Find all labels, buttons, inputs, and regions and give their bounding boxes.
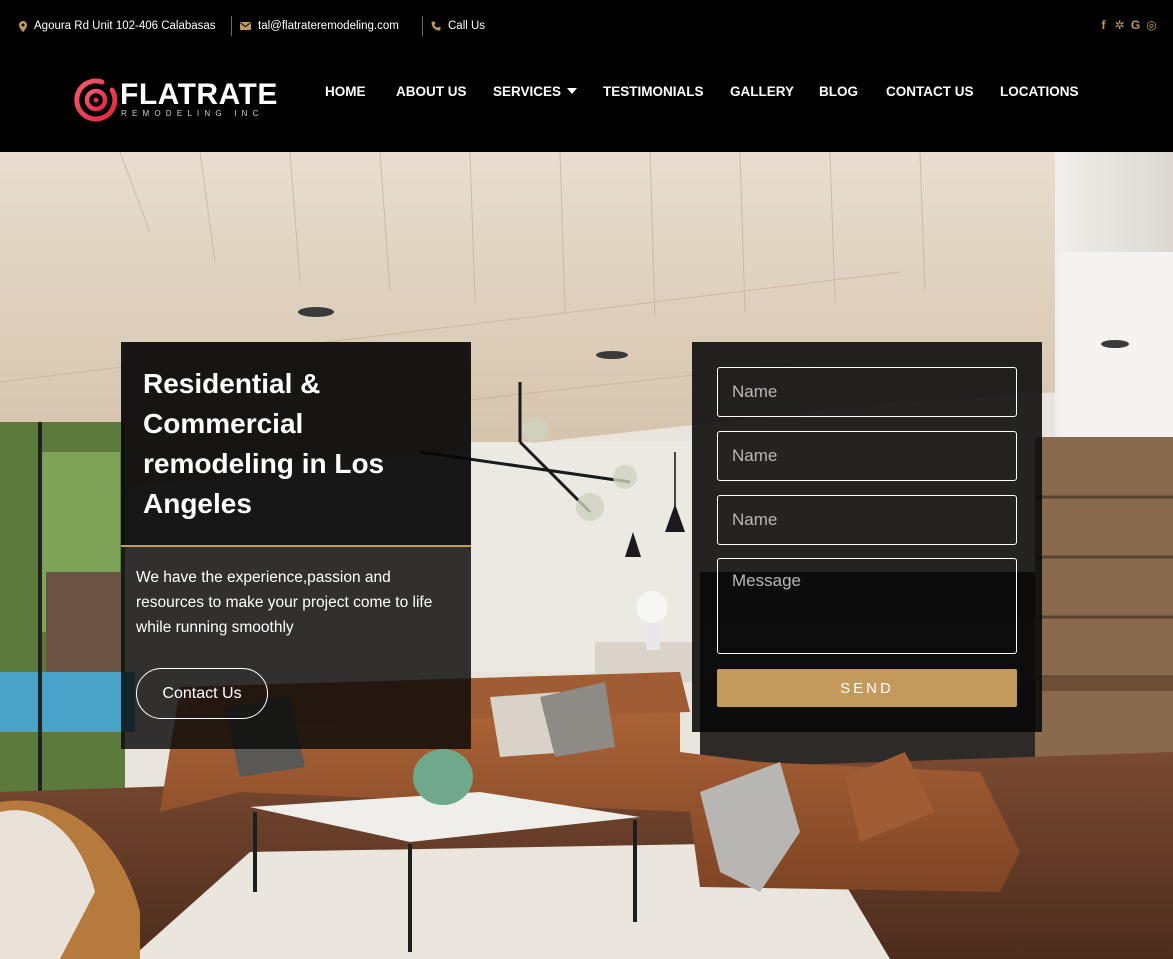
hero-title-box: Residential & Commercial remodeling in L… xyxy=(121,342,471,547)
nav-about-us[interactable]: ABOUT US xyxy=(396,82,467,100)
phone-item[interactable]: Call Us xyxy=(431,18,485,34)
site-header: FLATRATE REMODELING INC HOME ABOUT US SE… xyxy=(0,52,1173,152)
send-button[interactable]: SEND xyxy=(717,669,1017,707)
hero-card: Residential & Commercial remodeling in L… xyxy=(121,342,471,749)
caret-down-icon xyxy=(567,88,578,94)
address-text: Agoura Rd Unit 102-406 Calabasas xyxy=(34,20,216,32)
nav-locations[interactable]: LOCATIONS xyxy=(1000,82,1079,100)
contact-form: SEND xyxy=(692,342,1042,732)
nav-home[interactable]: HOME xyxy=(325,82,366,100)
hero-title: Residential & Commercial remodeling in L… xyxy=(143,368,385,519)
google-icon[interactable]: G xyxy=(1130,18,1141,32)
site-logo[interactable]: FLATRATE REMODELING INC xyxy=(74,78,277,124)
divider xyxy=(231,16,232,36)
hero-body-box: We have the experience,passion and resou… xyxy=(121,547,471,749)
name-field-1[interactable] xyxy=(717,367,1017,417)
email-link[interactable]: tal@flatrateremodeling.com xyxy=(258,20,399,32)
divider xyxy=(422,16,423,36)
facebook-icon[interactable]: f xyxy=(1098,18,1109,32)
phone-icon xyxy=(431,21,441,31)
message-field[interactable] xyxy=(717,558,1017,654)
hero-description: We have the experience,passion and resou… xyxy=(136,569,433,636)
logo-wordmark: FLATRATE xyxy=(120,78,278,111)
phone-link[interactable]: Call Us xyxy=(448,20,485,32)
logo-target-icon xyxy=(74,78,118,122)
social-links: f ✲ G ◎ xyxy=(1098,18,1157,32)
nav-services-label: SERVICES xyxy=(493,83,562,99)
nav-testimonials[interactable]: TESTIMONIALS xyxy=(603,82,704,100)
top-bar: Agoura Rd Unit 102-406 Calabasas tal@fla… xyxy=(0,0,1173,52)
instagram-icon[interactable]: ◎ xyxy=(1146,18,1157,32)
envelope-icon xyxy=(240,22,251,30)
email-item[interactable]: tal@flatrateremodeling.com xyxy=(240,18,399,34)
location-pin-icon xyxy=(19,20,27,32)
nav-gallery[interactable]: GALLERY xyxy=(730,82,794,100)
nav-services[interactable]: SERVICES xyxy=(493,82,578,100)
name-field-3[interactable] xyxy=(717,495,1017,545)
yelp-icon[interactable]: ✲ xyxy=(1114,18,1125,32)
logo-tagline: REMODELING INC xyxy=(121,109,264,118)
address-item: Agoura Rd Unit 102-406 Calabasas xyxy=(19,18,216,34)
nav-contact-us[interactable]: CONTACT US xyxy=(886,82,974,100)
contact-us-button[interactable]: Contact Us xyxy=(136,668,268,719)
hero-section: Residential & Commercial remodeling in L… xyxy=(0,152,1173,959)
name-field-2[interactable] xyxy=(717,431,1017,481)
nav-blog[interactable]: BLOG xyxy=(819,82,858,100)
